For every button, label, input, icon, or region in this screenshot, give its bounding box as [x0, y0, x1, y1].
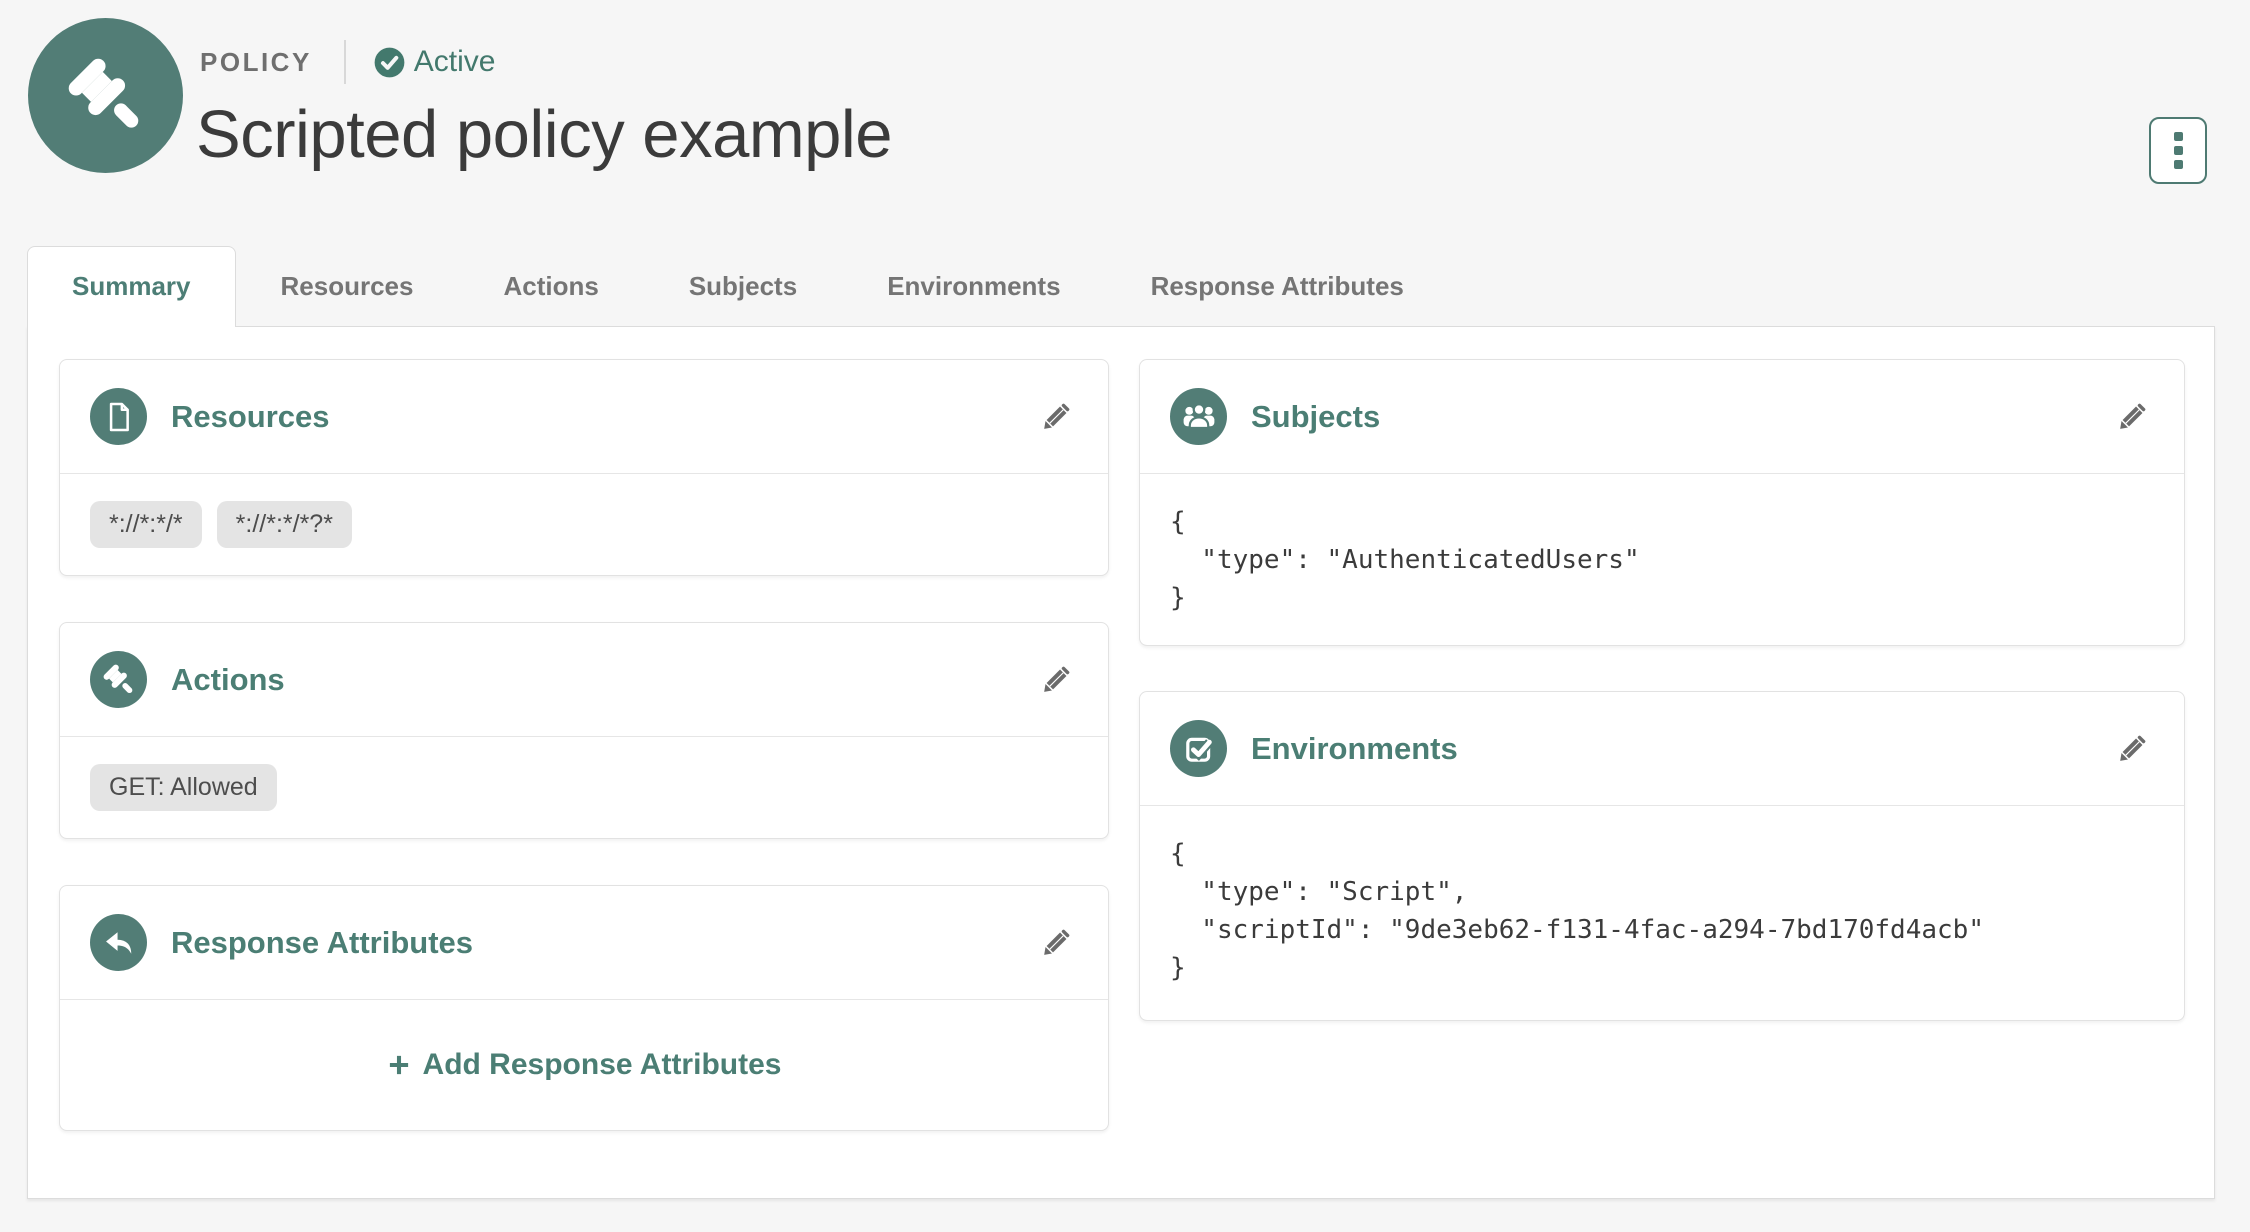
- subjects-edit-button[interactable]: [2110, 395, 2154, 439]
- summary-panel: Resources *://*:*/* *://*:*/*?* Actions: [27, 326, 2215, 1199]
- tab-environments[interactable]: Environments: [842, 246, 1105, 327]
- response-attributes-card-title: Response Attributes: [171, 924, 474, 960]
- tab-bar: Summary Resources Actions Subjects Envir…: [27, 246, 1449, 327]
- check-circle-icon: [374, 47, 405, 77]
- tab-response-attributes[interactable]: Response Attributes: [1106, 246, 1449, 327]
- add-response-attributes-label: Add Response Attributes: [422, 1048, 782, 1081]
- actions-edit-button[interactable]: [1034, 658, 1078, 702]
- pencil-icon: [1040, 401, 1071, 433]
- pencil-icon: [2116, 733, 2147, 765]
- tab-resources[interactable]: Resources: [236, 246, 459, 327]
- entity-type-label: POLICY: [200, 46, 312, 77]
- gavel-icon: [90, 651, 147, 708]
- meta-divider: [343, 40, 346, 84]
- subjects-card-title: Subjects: [1251, 398, 1381, 434]
- more-actions-button[interactable]: [2149, 117, 2207, 184]
- environments-card-title: Environments: [1251, 730, 1458, 766]
- resource-pattern-tag: *://*:*/*: [90, 501, 202, 548]
- response-attributes-card-header: Response Attributes: [60, 886, 1108, 1000]
- actions-card-title: Actions: [171, 661, 285, 697]
- tab-summary[interactable]: Summary: [27, 246, 236, 327]
- right-column: Subjects { "type": "AuthenticatedUsers" …: [1139, 359, 2185, 1021]
- response-attributes-card-body: Add Response Attributes: [60, 1000, 1108, 1130]
- pencil-icon: [2116, 401, 2147, 433]
- resources-edit-button[interactable]: [1034, 395, 1078, 439]
- add-response-attributes-button[interactable]: Add Response Attributes: [387, 1048, 782, 1082]
- reply-arrow-icon: [90, 914, 147, 971]
- gavel-icon: [65, 55, 152, 142]
- users-icon: [1170, 388, 1227, 445]
- resource-pattern-tag: *://*:*/*?*: [216, 501, 352, 548]
- actions-card-body: GET: Allowed: [60, 737, 1108, 838]
- pencil-icon: [1040, 927, 1071, 959]
- page-title: Scripted policy example: [196, 97, 893, 172]
- file-icon: [90, 388, 147, 445]
- environments-card-body: { "type": "Script", "scriptId": "9de3eb6…: [1140, 806, 2184, 1020]
- subjects-card: Subjects { "type": "AuthenticatedUsers" …: [1139, 359, 2185, 646]
- resources-card-body: *://*:*/* *://*:*/*?*: [60, 474, 1108, 575]
- check-square-icon: [1170, 720, 1227, 777]
- tab-actions[interactable]: Actions: [458, 246, 643, 327]
- action-tag: GET: Allowed: [90, 764, 277, 811]
- status-badge: Active: [374, 45, 496, 79]
- actions-card: Actions GET: Allowed: [59, 622, 1109, 839]
- resources-card: Resources *://*:*/* *://*:*/*?*: [59, 359, 1109, 576]
- environments-edit-button[interactable]: [2110, 727, 2154, 771]
- pencil-icon: [1040, 664, 1071, 696]
- policy-avatar: [28, 18, 183, 173]
- header-meta: POLICY Active: [200, 40, 496, 84]
- resources-card-title: Resources: [171, 398, 330, 434]
- environments-card: Environments { "type": "Script", "script…: [1139, 691, 2185, 1021]
- left-column: Resources *://*:*/* *://*:*/*?* Actions: [59, 359, 1109, 1131]
- subjects-card-header: Subjects: [1140, 360, 2184, 474]
- subjects-card-body: { "type": "AuthenticatedUsers" }: [1140, 474, 2184, 645]
- status-label: Active: [413, 45, 496, 78]
- subjects-json: { "type": "AuthenticatedUsers" }: [1170, 507, 1640, 613]
- environments-json: { "type": "Script", "scriptId": "9de3eb6…: [1170, 839, 1984, 983]
- environments-card-header: Environments: [1140, 692, 2184, 806]
- kebab-menu-icon: [2173, 132, 2183, 141]
- plus-icon: [389, 1055, 408, 1075]
- response-attributes-edit-button[interactable]: [1034, 921, 1078, 965]
- response-attributes-card: Response Attributes Add Response Attribu…: [59, 885, 1109, 1131]
- resources-card-header: Resources: [60, 360, 1108, 474]
- actions-card-header: Actions: [60, 623, 1108, 737]
- tab-subjects[interactable]: Subjects: [644, 246, 842, 327]
